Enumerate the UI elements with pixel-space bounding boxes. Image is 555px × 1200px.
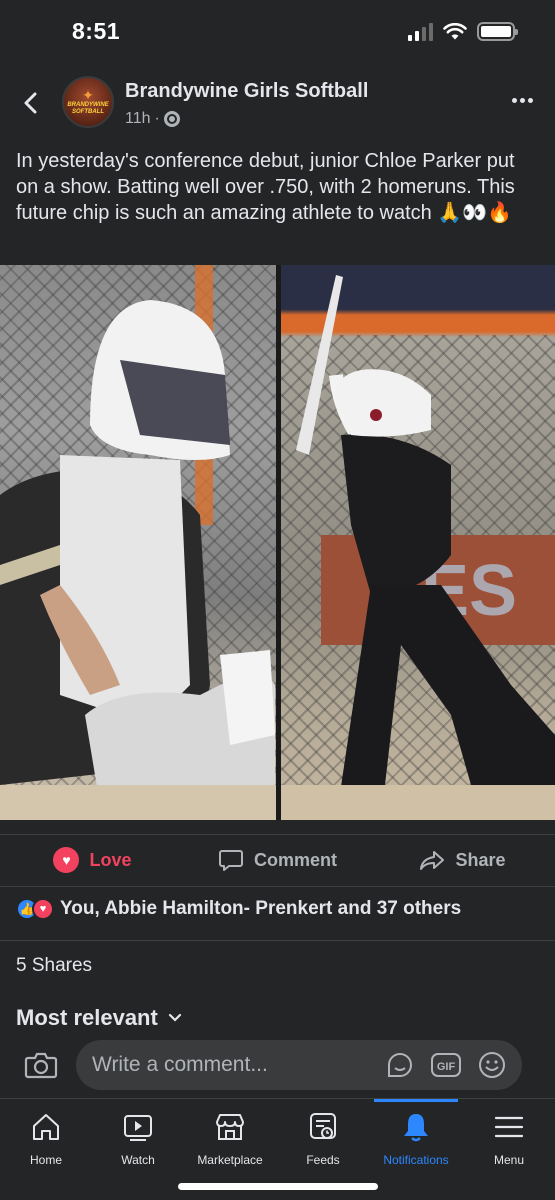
- love-react-icon: ♥: [32, 898, 54, 920]
- shares-count[interactable]: 5 Shares: [16, 955, 92, 977]
- tab-label: Feeds: [306, 1153, 340, 1167]
- gif-icon[interactable]: GIF: [430, 1049, 462, 1081]
- menu-icon: [494, 1116, 524, 1138]
- avatar-sticker-icon[interactable]: [384, 1049, 416, 1081]
- tab-menu[interactable]: Menu: [463, 1099, 555, 1179]
- globe-icon: [163, 111, 180, 127]
- post-photos: ES: [0, 265, 555, 820]
- divider: [0, 834, 555, 835]
- post-actions: ♥ Love Comment Share: [0, 836, 555, 884]
- chevron-down-icon: [168, 1013, 181, 1022]
- share-icon: [420, 851, 445, 870]
- comment-button[interactable]: Comment: [185, 836, 370, 884]
- love-button[interactable]: ♥ Love: [0, 836, 185, 884]
- battery-icon: [477, 22, 518, 41]
- camera-icon[interactable]: [24, 1048, 58, 1082]
- tab-label: Marketplace: [197, 1153, 263, 1167]
- signal-icon: [408, 22, 433, 41]
- home-indicator[interactable]: [178, 1183, 378, 1190]
- comment-bar: Write a comment... GIF: [0, 1032, 555, 1098]
- tab-label: Watch: [121, 1153, 155, 1167]
- comment-placeholder: Write a comment...: [92, 1053, 268, 1076]
- divider: [0, 940, 555, 941]
- svg-text:GIF: GIF: [437, 1061, 456, 1073]
- share-button[interactable]: Share: [370, 836, 555, 884]
- heart-icon: ♥: [53, 847, 80, 873]
- notifications-icon: [404, 1114, 428, 1142]
- tab-label: Home: [29, 1153, 62, 1167]
- status-bar: 8:51: [0, 0, 555, 64]
- page-name[interactable]: Brandywine Girls Softball: [125, 80, 368, 103]
- tab-feeds[interactable]: Feeds: [277, 1099, 369, 1179]
- meta-separator: ·: [154, 110, 160, 127]
- home-icon: [33, 1114, 59, 1140]
- logo-icon: ✦: [82, 87, 94, 103]
- status-icons: [408, 22, 518, 41]
- photo-catcher[interactable]: [0, 265, 276, 820]
- tab-home[interactable]: Home: [0, 1099, 92, 1179]
- divider: [0, 886, 555, 887]
- tab-marketplace[interactable]: Marketplace: [184, 1099, 276, 1179]
- post-caption: In yesterday's conference debut, junior …: [16, 150, 515, 224]
- feeds-icon: [310, 1113, 336, 1139]
- photo-batter[interactable]: ES: [281, 265, 555, 820]
- comment-icon: [218, 850, 243, 871]
- reaction-summary[interactable]: 👍 ♥ You, Abbie Hamilton- Prenkert and 37…: [16, 898, 461, 920]
- wifi-icon: [443, 22, 467, 39]
- status-time: 8:51: [72, 18, 121, 44]
- avatar[interactable]: ✦ BRANDYWINE SOFTBALL: [62, 76, 114, 128]
- comment-input-icons: GIF: [384, 1049, 508, 1081]
- comment-sort[interactable]: Most relevant: [16, 1005, 182, 1031]
- tab-watch[interactable]: Watch: [92, 1099, 184, 1179]
- reaction-icons: 👍 ♥: [16, 898, 54, 920]
- tab-notifications[interactable]: Notifications: [370, 1099, 462, 1179]
- post-time[interactable]: 11h: [125, 110, 151, 128]
- watch-icon: [124, 1115, 152, 1141]
- emoji-icon[interactable]: [476, 1049, 508, 1081]
- post-meta: 11h ·: [125, 110, 180, 128]
- avatar-logo-text: BRANDYWINE SOFTBALL: [67, 102, 109, 115]
- comment-label: Comment: [253, 849, 337, 870]
- post-header: ✦ BRANDYWINE SOFTBALL Brandywine Girls S…: [0, 70, 555, 136]
- marketplace-icon: [216, 1114, 244, 1140]
- back-icon[interactable]: [16, 88, 46, 118]
- sort-label: Most relevant: [16, 1005, 158, 1030]
- share-label: Share: [455, 849, 506, 870]
- reaction-text: You, Abbie Hamilton- Prenkert and 37 oth…: [60, 898, 462, 919]
- tab-label: Notifications: [383, 1153, 449, 1167]
- more-options-icon[interactable]: [512, 98, 533, 103]
- tab-label: Menu: [493, 1153, 525, 1167]
- comment-input[interactable]: Write a comment... GIF: [76, 1040, 522, 1090]
- love-label: Love: [89, 849, 132, 870]
